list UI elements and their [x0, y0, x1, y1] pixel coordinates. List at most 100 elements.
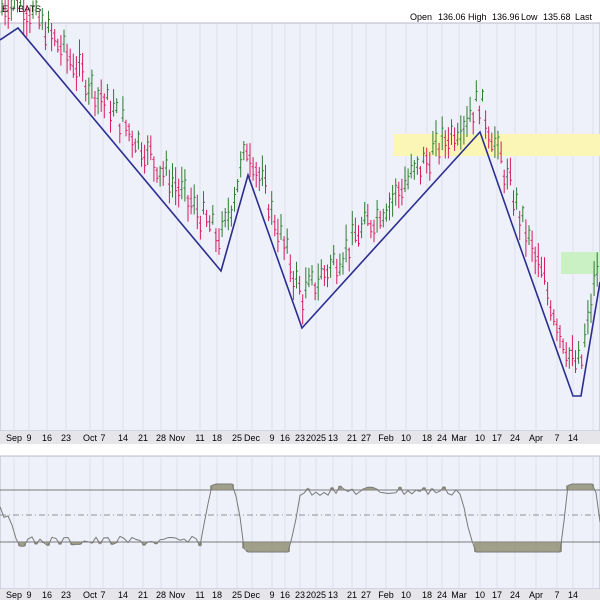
x-tick-label: Feb	[378, 590, 394, 600]
x-tick-label: 21	[138, 433, 148, 443]
x-tick-label: 16	[42, 433, 52, 443]
x-tick-label: 9	[269, 590, 274, 600]
x-tick-label: 16	[280, 590, 290, 600]
x-tick-label: Nov	[169, 433, 186, 443]
x-tick-label: 9	[26, 433, 31, 443]
overbought-fill	[582, 484, 586, 490]
oversold-fill	[538, 542, 542, 552]
oversold-fill	[530, 542, 534, 552]
x-tick-label: 21	[347, 433, 357, 443]
oversold-fill	[554, 542, 558, 552]
oversold-fill	[262, 542, 266, 552]
x-tick-label: 27	[361, 433, 371, 443]
oversold-fill	[274, 542, 278, 552]
oversold-fill	[514, 542, 518, 552]
oversold-fill	[510, 542, 514, 552]
x-tick-label: 14	[568, 433, 578, 443]
x-tick-label: 16	[280, 433, 290, 443]
oversold-fill	[478, 542, 482, 552]
oversold-fill	[270, 542, 274, 552]
x-tick-label: Dec	[244, 433, 261, 443]
x-tick-label: Nov	[169, 590, 186, 600]
x-tick-label: 7	[100, 590, 105, 600]
oversold-fill	[498, 542, 502, 552]
oversold-fill	[546, 542, 550, 552]
oversold-fill	[494, 542, 498, 552]
x-tick-label: Mar	[451, 590, 467, 600]
x-tick-label: 23	[295, 433, 305, 443]
oversold-fill	[482, 542, 486, 552]
x-tick-label: 24	[510, 590, 520, 600]
x-tick-label: 10	[475, 433, 485, 443]
overbought-fill	[574, 484, 578, 490]
oversold-fill	[518, 542, 522, 552]
x-tick-label: Oct	[83, 433, 98, 443]
oversold-fill	[490, 542, 494, 552]
x-tick-label: 18	[422, 590, 432, 600]
oversold-fill	[550, 542, 554, 552]
high-label: High	[468, 12, 487, 22]
x-tick-label: Sep	[6, 433, 22, 443]
x-tick-label: 25	[232, 433, 242, 443]
x-tick-label: 16	[42, 590, 52, 600]
x-tick-label: 18	[422, 433, 432, 443]
oversold-fill	[282, 542, 286, 552]
oversold-fill	[266, 542, 270, 552]
overbought-fill	[586, 484, 590, 490]
oversold-fill	[258, 542, 262, 552]
x-tick-label: 27	[361, 590, 371, 600]
chart-window: E + BATS Open 136.06 High 136.96 Low 135…	[0, 0, 600, 600]
x-tick-label: 10	[401, 590, 411, 600]
x-tick-label: 7	[100, 433, 105, 443]
x-tick-label: 2025	[306, 433, 326, 443]
oversold-fill	[278, 542, 282, 552]
ohlc-readout: Open 136.06 High 136.96 Low 135.68 Last	[410, 12, 593, 22]
x-tick-label: Feb	[378, 433, 394, 443]
x-tick-label: 14	[118, 433, 128, 443]
x-tick-label: 17	[492, 590, 502, 600]
x-tick-label: Apr	[529, 433, 543, 443]
x-tick-label: Apr	[529, 590, 543, 600]
x-tick-label: Mar	[451, 433, 467, 443]
oversold-fill	[506, 542, 510, 552]
x-tick-label: 9	[269, 433, 274, 443]
x-tick-label: 28	[156, 433, 166, 443]
last-label: Last	[575, 12, 593, 22]
oversold-fill	[542, 542, 546, 552]
x-tick-label: 10	[475, 590, 485, 600]
x-tick-label: 18	[212, 433, 222, 443]
x-tick-label: 14	[568, 590, 578, 600]
x-tick-label: 2025	[306, 590, 326, 600]
x-tick-label: 11	[195, 433, 204, 443]
x-tick-label: 21	[347, 590, 357, 600]
oversold-fill	[502, 542, 506, 552]
x-tick-label: Sep	[6, 590, 22, 600]
oversold-fill	[486, 542, 490, 552]
x-tick-label: 23	[61, 433, 71, 443]
x-tick-label: 9	[26, 590, 31, 600]
low-value: 135.68	[543, 12, 571, 22]
x-tick-label: 17	[492, 433, 502, 443]
overbought-fill	[226, 484, 230, 490]
x-tick-label: 21	[138, 590, 148, 600]
oversold-fill	[534, 542, 538, 552]
x-tick-label: 13	[328, 433, 338, 443]
x-tick-label: 25	[232, 590, 242, 600]
x-tick-label: Oct	[83, 590, 98, 600]
overbought-fill	[218, 484, 222, 490]
oversold-fill	[250, 542, 254, 552]
x-tick-label: 7	[554, 590, 559, 600]
open-label: Open	[410, 12, 432, 22]
x-tick-label: 24	[510, 433, 520, 443]
oversold-fill	[526, 542, 530, 552]
x-tick-label: 24	[437, 590, 447, 600]
x-tick-label: 14	[118, 590, 128, 600]
x-tick-label: 23	[295, 590, 305, 600]
open-value: 136.06	[438, 12, 466, 22]
low-label: Low	[521, 12, 538, 22]
x-tick-label: 24	[437, 433, 447, 443]
overbought-fill	[222, 484, 226, 490]
x-tick-label: Dec	[244, 590, 261, 600]
x-tick-label: 10	[401, 433, 411, 443]
x-tick-label: 28	[156, 590, 166, 600]
